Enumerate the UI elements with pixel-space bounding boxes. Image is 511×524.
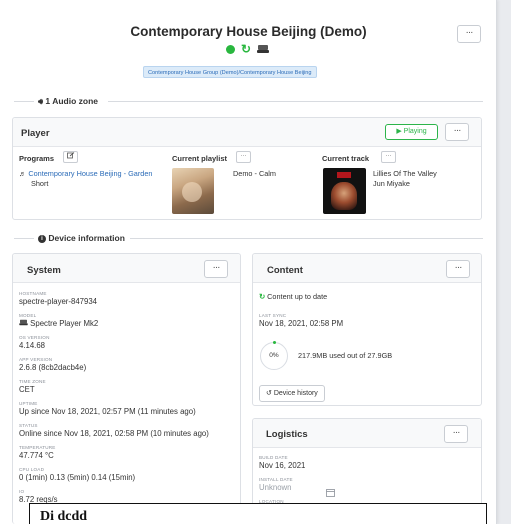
status-label: Status — [19, 423, 38, 428]
device-history-button[interactable]: ↺ Device history — [259, 385, 325, 402]
system-more-button[interactable]: ··· — [204, 260, 228, 278]
current-track-label: Current track — [322, 154, 370, 163]
build-date-value: Nov 16, 2021 — [259, 461, 306, 470]
player-title: Player — [21, 128, 50, 139]
io-label: IO — [19, 489, 25, 494]
edit-programs-button[interactable] — [63, 151, 78, 163]
overlay-caption-box: Di dcdd — [29, 503, 487, 524]
audio-zone-heading: 🔊︎ 1 Audio zone — [38, 96, 98, 106]
model-value: Spectre Player Mk2 — [19, 319, 98, 328]
model-label: Model — [19, 313, 37, 318]
hostname-value: spectre-player-847934 — [19, 297, 98, 306]
content-status: ↻ Content up to date — [259, 292, 328, 301]
temperature-value: 47.774 °C — [19, 451, 54, 460]
track-title: Lillies Of The Valley — [373, 169, 437, 178]
online-status-icon — [226, 44, 235, 54]
last-sync-label: Last sync — [259, 313, 287, 318]
cpu-load-label: CPU load — [19, 467, 45, 472]
temperature-label: Temperature — [19, 445, 56, 450]
history-icon: ↺ — [266, 390, 272, 397]
playing-button[interactable]: ▶ Playing — [385, 124, 438, 140]
app-version-value: 2.6.8 (8cb2dacb4e) — [19, 363, 87, 372]
speaker-icon: 🔊︎ — [38, 97, 44, 106]
page-title: Contemporary House Beijing (Demo) — [130, 24, 367, 39]
time-zone-label: Time zone — [19, 379, 46, 384]
calendar-icon[interactable] — [326, 484, 335, 502]
sync-icon: ↻ — [241, 42, 252, 56]
sync-icon: ↻ — [259, 292, 266, 301]
system-title: System — [27, 265, 61, 276]
info-icon: i — [38, 234, 46, 243]
app-version-label: App version — [19, 357, 53, 362]
cpu-load-value: 0 (1min) 0.13 (5min) 0.14 (15min) — [19, 473, 136, 482]
device-info-heading: i Device information — [38, 233, 125, 243]
usage-indicator — [273, 341, 276, 344]
music-note-icon: ♬ — [19, 169, 27, 178]
os-version-value: 4.14.68 — [19, 341, 46, 350]
program-link-continued[interactable]: Short — [31, 179, 48, 189]
overlay-caption-text: Di dcdd — [40, 509, 88, 524]
logistics-title: Logistics — [266, 429, 308, 440]
device-detail-card: ··· Contemporary House Beijing (Demo) ↻ … — [0, 0, 497, 524]
player-device-icon — [19, 319, 28, 326]
divider — [130, 238, 483, 239]
storage-usage-percent: 0% — [269, 352, 279, 359]
current-playlist-label: Current playlist — [172, 154, 228, 163]
status-icons: ↻ — [226, 42, 270, 56]
playlist-more-button[interactable]: ··· — [236, 151, 251, 163]
divider — [108, 101, 483, 102]
storage-usage-text: 217.9MB used out of 27.9GB — [298, 351, 393, 360]
time-zone-value: CET — [19, 385, 35, 394]
playlist-artwork — [172, 168, 214, 214]
divider — [14, 101, 34, 102]
uptime-value: Up since Nov 18, 2021, 02:57 PM (11 minu… — [19, 407, 196, 416]
player-more-button[interactable]: ··· — [445, 123, 469, 141]
install-date-value: Unknown — [259, 483, 292, 492]
track-artist: Jun Miyake — [373, 179, 410, 188]
playlist-name: Demo - Calm — [233, 169, 276, 178]
build-date-label: Build date — [259, 455, 288, 460]
player-device-icon — [257, 45, 270, 53]
divider — [14, 238, 34, 239]
uptime-label: Uptime — [19, 401, 38, 406]
status-value: Online since Nov 18, 2021, 02:58 PM (10 … — [19, 429, 209, 438]
programs-label: Programs — [19, 154, 55, 163]
track-more-button[interactable]: ··· — [381, 151, 396, 163]
track-artwork — [323, 168, 366, 214]
logistics-more-button[interactable]: ··· — [444, 425, 468, 443]
edit-icon — [66, 152, 74, 159]
install-date-label: Install date — [259, 477, 293, 482]
last-sync-value: Nov 18, 2021, 02:58 PM — [259, 319, 344, 328]
os-version-label: OS version — [19, 335, 50, 340]
hostname-label: Hostname — [19, 291, 47, 296]
program-link[interactable]: ♬ Contemporary House Beijing - Garden — [19, 169, 152, 179]
group-breadcrumb-tag[interactable]: Contemporary House Group (Demo)/Contempo… — [143, 66, 317, 78]
content-more-button[interactable]: ··· — [446, 260, 470, 278]
content-title: Content — [267, 265, 303, 276]
